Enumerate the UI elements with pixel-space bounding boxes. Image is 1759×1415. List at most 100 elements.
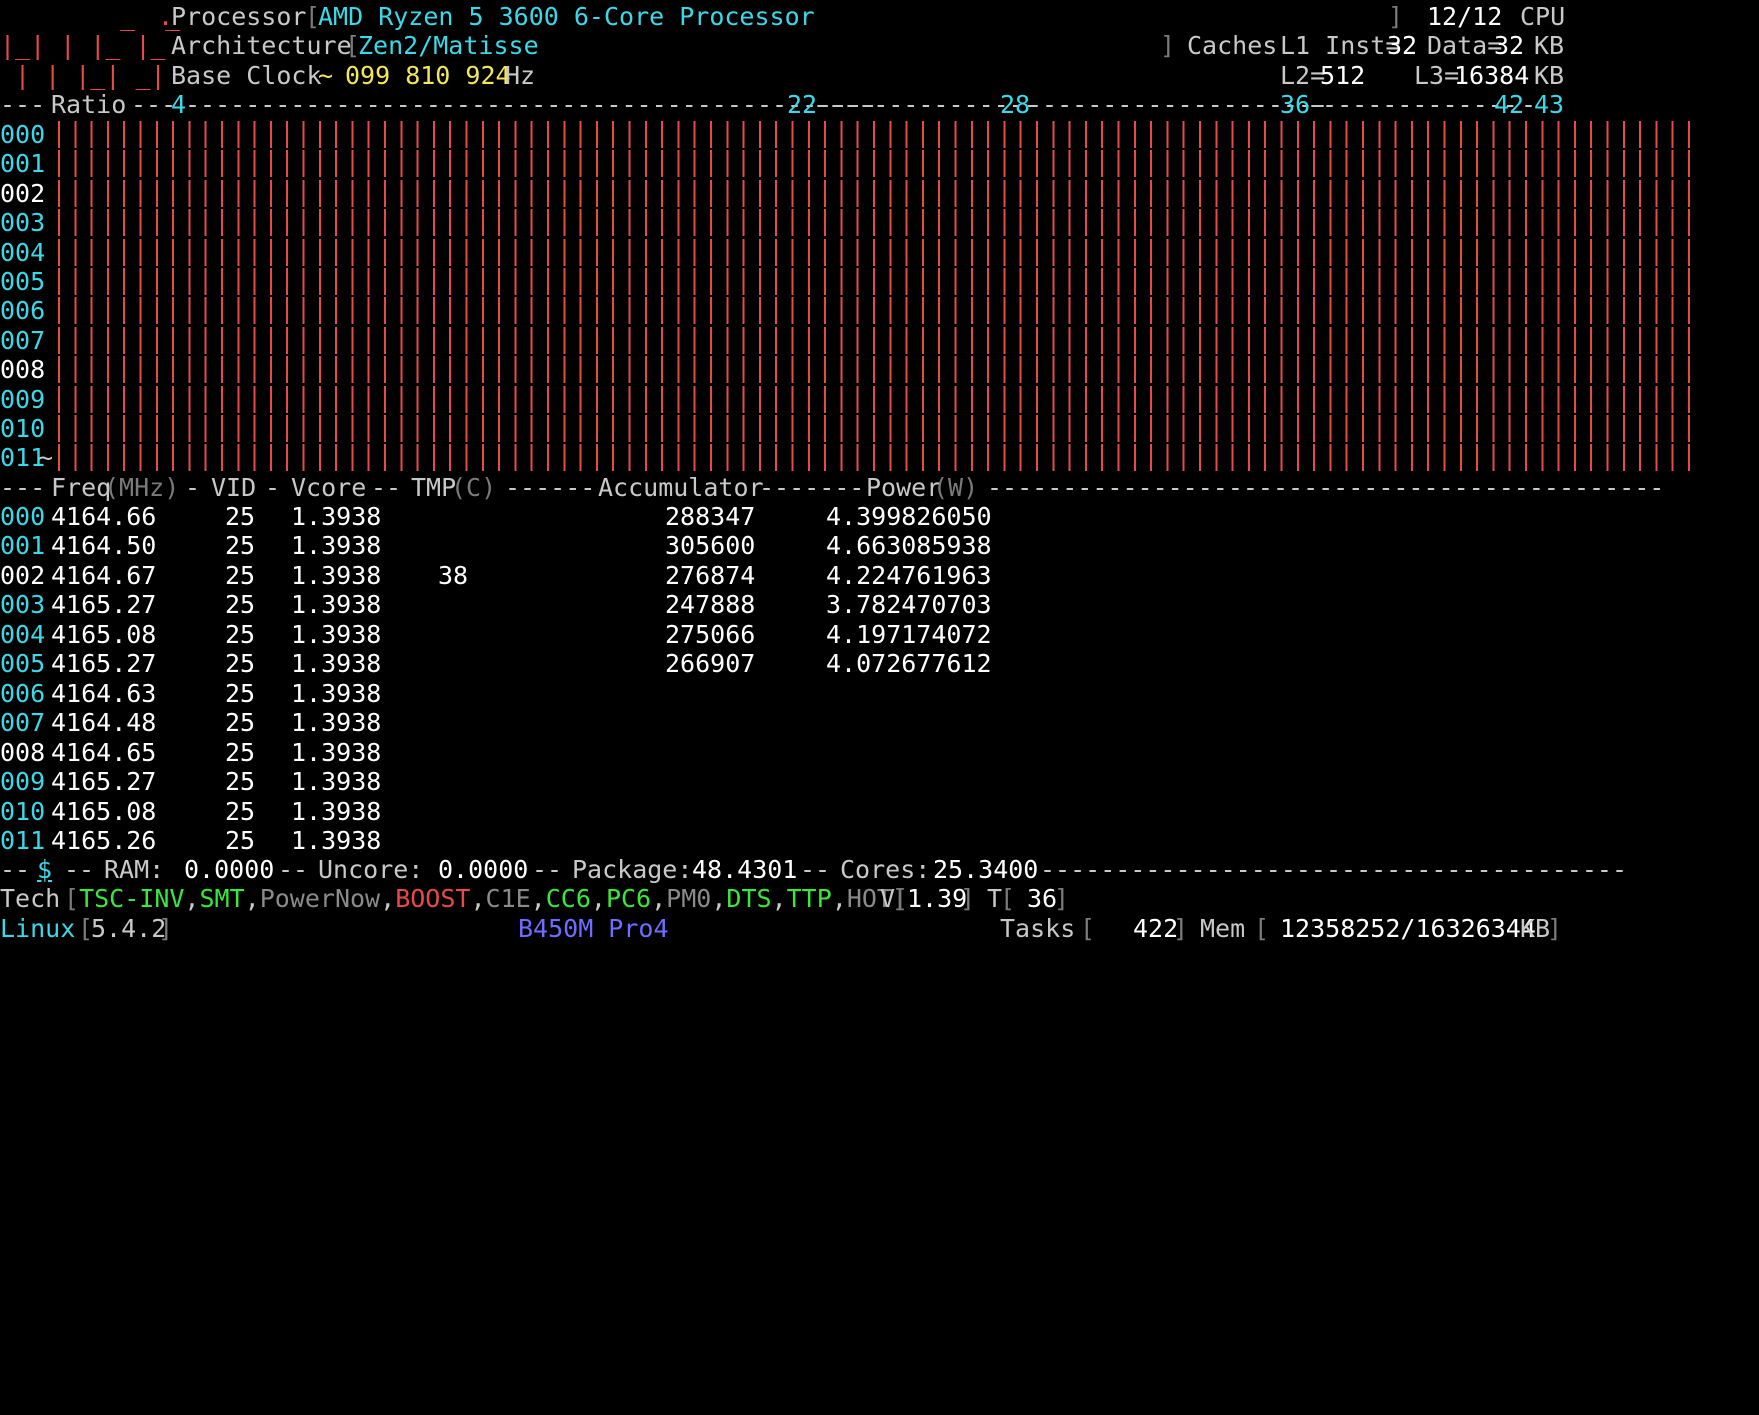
table-row: 004 4165.08 25 1.3938 275066 4.197174072 (0, 618, 1759, 651)
freq-cell: 4165.27 (51, 590, 157, 620)
separator: , (184, 884, 200, 913)
ruler-dashes: ----------------------------------------… (185, 90, 878, 119)
core-bar-row: 001 (0, 147, 1759, 180)
tasks-value: 422 (1133, 914, 1179, 943)
vcore-cell: 1.3938 (291, 590, 382, 620)
ratio-bar (58, 179, 1690, 207)
logo-line-2: |_| | |_ |_ (0, 31, 166, 60)
l1-inst-value: 32 (1387, 31, 1418, 60)
core-id: 006 (0, 678, 46, 708)
ratio-bar (58, 297, 1690, 325)
ratio-bar (58, 444, 1690, 472)
power-cell: 4.224761963 (826, 560, 992, 590)
core-id: 003 (0, 208, 46, 238)
table-row: 011 4165.26 25 1.3938 (0, 824, 1759, 857)
vcore-cell: 1.3938 (291, 619, 382, 649)
ratio-mark-4: 4 (171, 90, 187, 119)
core-id: 004 (0, 237, 46, 267)
vcore-cell: 1.3938 (291, 737, 382, 767)
ratio-bar (58, 150, 1690, 178)
freq-cell: 4165.27 (51, 649, 157, 679)
core-id: 006 (0, 296, 46, 326)
core-bar-row: 007 (0, 324, 1759, 357)
tmp-cell: 38 (438, 560, 469, 590)
accumulator-cell: 276874 (665, 560, 756, 590)
tech-feature-list: [TSC-INV,SMT,PowerNow,BOOST,C1E,CC6,PC6,… (64, 882, 907, 915)
accumulator-cell: 275066 (665, 619, 756, 649)
freq-cell: 4164.63 (51, 678, 157, 708)
vid-cell: 25 (225, 590, 256, 620)
table-row: 000 4164.66 25 1.3938 288347 4.399826050 (0, 500, 1759, 533)
bracket-close: ] (158, 914, 174, 943)
table-row: 009 4165.27 25 1.3938 (0, 765, 1759, 798)
table-row: 007 4164.48 25 1.3938 (0, 706, 1759, 739)
core-id: 001 (0, 149, 46, 179)
freq-cell: 4165.08 (51, 619, 157, 649)
separator: , (530, 884, 546, 913)
core-bar-row: 003 (0, 206, 1759, 239)
freq-cell: 4164.66 (51, 502, 157, 531)
mem-unit: KB (1520, 914, 1551, 943)
core-id: 009 (0, 767, 46, 797)
ratio-bar (58, 385, 1690, 413)
core-bar-row: 004 (0, 236, 1759, 269)
freq-cell: 4165.26 (51, 825, 157, 855)
status-line: Linux [ 5.4.2 ] B450M Pro4 Tasks [ 422 ]… (0, 912, 1759, 945)
power-cell: 4.072677612 (826, 649, 992, 679)
power-cell: 4.197174072 (826, 619, 992, 649)
core-bar-row: 006 (0, 294, 1759, 327)
core-bar-row: 010 (0, 412, 1759, 445)
core-bar-row: 005 (0, 265, 1759, 298)
bracket-close: ] (960, 884, 976, 913)
tech-feature: PM0 (666, 884, 712, 913)
accumulator-cell: 288347 (665, 502, 756, 531)
vcore-cell: 1.3938 (291, 708, 382, 738)
ratio-bar (58, 209, 1690, 237)
caches-label: Caches (1187, 31, 1278, 60)
bracket-open: [ (1000, 884, 1016, 913)
vcore-cell: 1.3938 (291, 796, 382, 826)
table-row: 003 4165.27 25 1.3938 247888 3.782470703 (0, 588, 1759, 621)
ratio-ruler: --- Ratio --- 4 ------------------------… (0, 88, 1759, 121)
freq-cell: 4164.65 (51, 737, 157, 767)
core-id: 011 (0, 825, 46, 855)
tech-feature: CC6 (545, 884, 591, 913)
freq-cell: 4164.50 (51, 531, 157, 561)
l1-data-label: Data= (1427, 31, 1503, 60)
freq-cell: 4165.27 (51, 767, 157, 797)
separator: , (244, 884, 260, 913)
core-id: 008 (0, 355, 46, 385)
ratio-bar (58, 268, 1690, 295)
ratio-bar (58, 238, 1690, 266)
bracket-close: ] (1547, 914, 1563, 943)
power-cell: 4.399826050 (826, 502, 992, 531)
core-id: 007 (0, 708, 46, 738)
vcore-cell: 1.3938 (291, 531, 382, 561)
temperature-value: 36 (1027, 884, 1058, 913)
vid-cell: 25 (225, 619, 256, 649)
tech-feature: C1E (485, 884, 531, 913)
ruler-dashes: --- (131, 90, 177, 119)
core-id: 002 (0, 560, 46, 590)
table-row: 010 4165.08 25 1.3938 (0, 795, 1759, 828)
board-name: B450M Pro4 (518, 914, 669, 943)
table-row: 001 4164.50 25 1.3938 305600 4.663085938 (0, 529, 1759, 562)
vid-cell: 25 (225, 531, 256, 561)
core-id: 000 (0, 120, 46, 149)
architecture-label: Architecture (171, 31, 352, 60)
separator: , (711, 884, 727, 913)
ratio-bar (58, 356, 1690, 384)
vid-cell: 25 (225, 649, 256, 679)
core-id: 000 (0, 502, 46, 531)
bracket-open: [ (1080, 914, 1096, 943)
tech-feature: PowerNow (259, 884, 381, 913)
core-id: 002 (0, 178, 46, 208)
core-id: 008 (0, 737, 46, 767)
kb-unit: KB (1534, 31, 1565, 60)
separator: , (590, 884, 606, 913)
os-name: Linux (0, 914, 76, 943)
freq-cell: 4165.08 (51, 796, 157, 826)
ratio-bar (58, 415, 1690, 442)
accumulator-cell: 266907 (665, 649, 756, 679)
separator: , (651, 884, 667, 913)
